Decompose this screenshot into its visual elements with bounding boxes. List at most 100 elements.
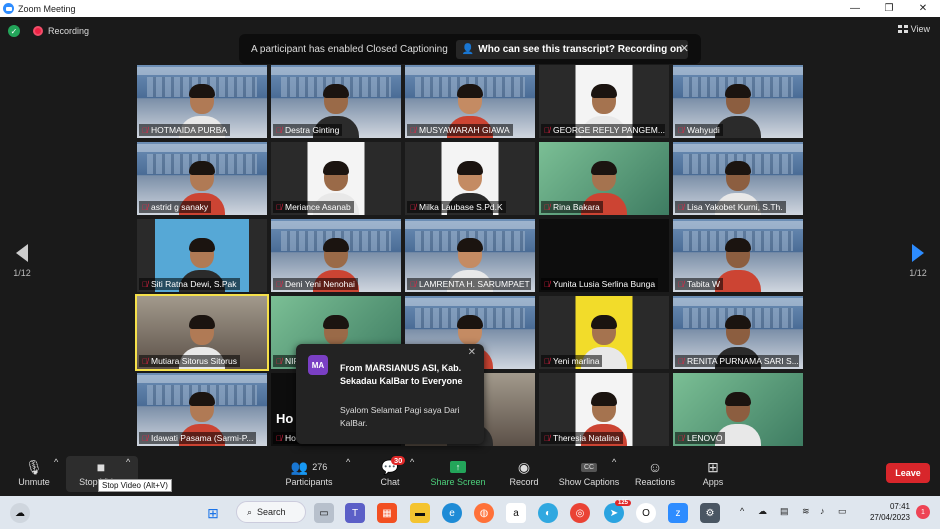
video-camera-icon: ■ [96,459,106,475]
video-tile[interactable]: 🎙̸ Meriance Asanab [271,142,401,215]
mic-muted-icon: 🎙̸ [544,433,550,443]
video-tile[interactable]: 🎙̸ Rina Bakara [539,142,669,215]
unmute-button[interactable]: 🎙 Unmute [14,457,54,488]
video-tile[interactable]: 🎙̸ Theresia Natalina [539,373,669,446]
prev-page-button[interactable]: 1/12 [12,244,32,278]
zoom-taskbar-icon[interactable]: z [668,503,688,523]
participant-name: 🎙̸ LAMRENTA H. SARUMPAET [407,278,531,290]
video-tile[interactable]: 🎙̸ astrid g sanaky [137,142,267,215]
captions-chevron-icon[interactable]: ^ [612,457,616,467]
video-tile[interactable]: 🎙̸ Yunita Lusia Serlina Bunga [539,219,669,292]
video-tile[interactable]: 🎙̸ Destra Ginting [271,65,401,138]
apps-icon: ⊞ [707,458,719,475]
participant-name: 🎙̸ Destra Ginting [273,124,343,136]
video-tile[interactable]: 🎙̸ RENITA PURNAMA SARI S... [673,296,803,369]
file-explorer-icon[interactable]: ▬ [410,503,430,523]
battery-icon[interactable]: ▭ [838,506,847,517]
participant-name-label: Idawati Pasama (Sarmi-P... [151,433,254,443]
record-button[interactable]: ◉ Record [506,457,542,488]
settings-gear-icon[interactable]: ⚙ [700,503,720,523]
video-tile[interactable]: 🎙̸ LENOVO [673,373,803,446]
transcript-info-link[interactable]: 👤 Who can see this transcript? Recording… [455,39,689,59]
share-screen-button[interactable]: ↑ Share Screen [428,457,488,487]
recording-label: Recording [48,26,90,36]
minimize-button[interactable]: — [838,0,872,17]
view-button[interactable]: View [897,24,930,34]
recording-icon [33,26,43,36]
tray-chevron-icon[interactable]: ^ [740,506,744,516]
video-tile[interactable]: 🎙̸ GEORGE REFLY PANGEM... [539,65,669,138]
next-page-button[interactable]: 1/12 [908,244,928,278]
video-tile[interactable]: 🎙̸ Mutiara Sitorus Sitorus [135,294,269,371]
video-tile[interactable]: 🎙̸ Idawati Pasama (Sarmi-P... [137,373,267,446]
maximize-button[interactable]: ❐ [872,0,906,17]
weather-icon[interactable]: ☁ [10,503,30,523]
opera-icon[interactable]: O [636,503,656,523]
sender-avatar: MA [308,355,328,375]
video-tile[interactable]: 🎙̸ Yeni marlina [539,296,669,369]
notification-badge[interactable]: 1 [916,505,930,519]
audio-options-chevron-icon[interactable]: ^ [54,457,58,467]
page-indicator-left: 1/12 [13,268,31,278]
participant-name-label: Wahyudi [687,125,720,135]
amazon-icon[interactable]: a [506,503,526,523]
video-options-chevron-icon[interactable]: ^ [126,457,130,467]
participant-name: 🎙̸ Yeni marlina [541,355,603,367]
edge-icon[interactable]: e [442,503,462,523]
apps-label: Apps [702,477,724,487]
taskbar-search[interactable]: ⌕ Search [236,501,306,523]
leave-button[interactable]: Leave [886,463,930,483]
task-view-icon[interactable]: ▭ [314,503,334,523]
video-tile[interactable]: 🎙̸ Siti Ratna Dewi, S.Pak [137,219,267,292]
participant-name-label: Lisa Yakobet Kurni, S.Th. [687,202,783,212]
participant-name: 🎙̸ Ho [273,432,299,444]
teams-icon[interactable]: T [345,503,365,523]
apps-button[interactable]: ⊞ Apps [698,457,728,488]
browser-icon[interactable]: ◐ [538,503,558,523]
participant-name-label: astrid g sanaky [151,202,209,212]
video-tile[interactable]: 🎙̸ Tabita W [673,219,803,292]
taskbar-clock[interactable]: 07:41 27/04/2023 [870,501,910,523]
firefox-icon[interactable]: ◍ [474,503,494,523]
record-label: Record [509,477,539,487]
participant-name-label: Milka Laubase S.Pd.K [419,202,503,212]
mic-muted-icon: 🎙̸ [544,279,550,289]
chrome-icon[interactable]: ◎ [570,503,590,523]
security-shield-icon[interactable]: ✓ [8,25,20,37]
telegram-icon[interactable]: ➤ [604,503,624,523]
microsoft-store-icon[interactable]: ▦ [377,503,397,523]
video-tile[interactable]: 🎙̸ Deni Yeni Nenohai [271,219,401,292]
reactions-button[interactable]: ☺ Reactions [632,457,678,487]
wifi-icon[interactable]: ≋ [802,506,810,517]
windows-start-icon[interactable]: ⊞ [203,503,223,523]
participant-name-label: HOTMAIDA PURBA [151,125,228,135]
participant-name-label: Meriance Asanab [285,202,351,212]
mic-muted-icon: 🎙̸ [410,279,416,289]
network-icon[interactable]: ▤ [780,506,789,517]
video-tile[interactable]: 🎙̸ MUSYAWARAH GIAWA [405,65,535,138]
record-icon: ◉ [517,458,531,475]
participant-name-label: Siti Ratna Dewi, S.Pak [151,279,237,289]
participant-name-label: LENOVO [687,433,723,443]
video-tile[interactable]: 🎙̸ Lisa Yakobet Kurni, S.Th. [673,142,803,215]
participants-chevron-icon[interactable]: ^ [346,457,350,467]
video-tile[interactable]: 🎙̸ HOTMAIDA PURBA [137,65,267,138]
chat-preview-popup[interactable]: MA From MARSIANUS ASI, Kab. Sekadau KalB… [296,344,484,444]
volume-icon[interactable]: ♪ [820,506,825,516]
video-tile[interactable]: 🎙̸ Wahyudi [673,65,803,138]
chat-unread-badge: 30 [391,456,406,465]
participant-name-label: Yunita Lusia Serlina Bunga [553,279,656,289]
chat-chevron-icon[interactable]: ^ [410,457,414,467]
video-tile[interactable]: 🎙̸ LAMRENTA H. SARUMPAET [405,219,535,292]
view-label: View [910,24,930,34]
close-window-button[interactable]: ✕ [906,0,940,17]
participant-name: 🎙̸ HOTMAIDA PURBA [139,124,231,136]
caption-banner: A participant has enabled Closed Caption… [239,34,701,64]
video-tile[interactable]: 🎙̸ Milka Laubase S.Pd.K [405,142,535,215]
participant-name: 🎙̸ Yunita Lusia Serlina Bunga [541,278,659,290]
chat-popup-close-icon[interactable]: ✕ [468,347,476,358]
participants-button[interactable]: 👥 276 Participants [284,457,334,488]
mic-muted-icon: 🎙̸ [276,202,282,212]
banner-close-icon[interactable]: ✕ [680,42,689,55]
onedrive-icon[interactable]: ☁ [758,506,767,517]
